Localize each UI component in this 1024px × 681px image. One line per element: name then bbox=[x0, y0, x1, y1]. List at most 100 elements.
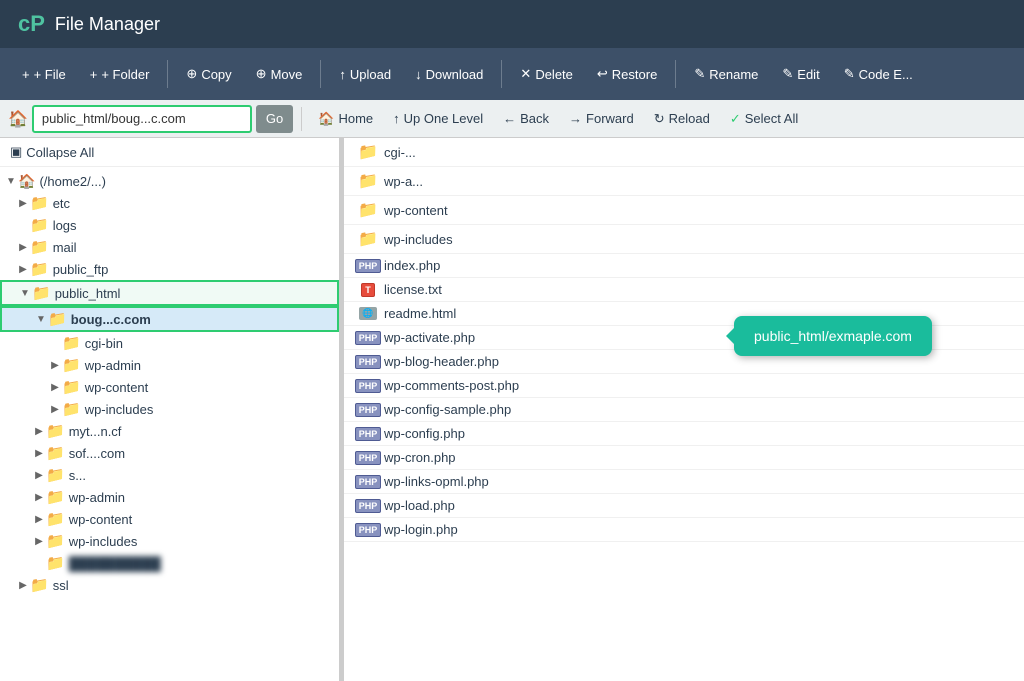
expand-icon: ▼ bbox=[18, 288, 32, 299]
edit-button[interactable]: ✎ Edit bbox=[772, 60, 829, 88]
code-editor-button[interactable]: ✎ Code E... bbox=[834, 60, 923, 88]
expand-icon: ▶ bbox=[16, 198, 30, 209]
list-item[interactable]: PHP wp-login.php bbox=[344, 518, 1024, 542]
tree-item-label: cgi-bin bbox=[85, 336, 123, 351]
folder-icon: 📁 bbox=[46, 488, 65, 506]
up-one-level-button[interactable]: ↑ Up One Level bbox=[385, 108, 491, 129]
html-icon: 🌐 bbox=[356, 307, 384, 320]
file-name: wp-comments-post.php bbox=[384, 378, 519, 393]
app-header: cP File Manager bbox=[0, 0, 1024, 48]
collapse-all-button[interactable]: ▣ Collapse All bbox=[0, 138, 339, 167]
rename-button[interactable]: ✎ Rename bbox=[684, 60, 768, 88]
expand-icon: ▶ bbox=[48, 404, 62, 415]
tree-item-wp-content[interactable]: ▶ 📁 wp-content bbox=[0, 376, 339, 398]
list-item[interactable]: PHP wp-load.php bbox=[344, 494, 1024, 518]
php-icon: PHP bbox=[356, 451, 384, 465]
forward-button[interactable]: → Forward bbox=[561, 108, 642, 129]
copy-button[interactable]: ⊕ Copy bbox=[176, 60, 241, 88]
move-button[interactable]: ⊕ Move bbox=[246, 60, 313, 88]
tree-item-cgi-bin[interactable]: 📁 cgi-bin bbox=[0, 332, 339, 354]
expand-icon: ▼ bbox=[4, 176, 18, 187]
tree-item-label: boug...c.com bbox=[71, 312, 151, 327]
tree-item-myth-cf[interactable]: ▶ 📁 myt...n.cf bbox=[0, 420, 339, 442]
list-item[interactable]: 📁 wp-content bbox=[344, 196, 1024, 225]
tree-item-mail[interactable]: ▶ 📁 mail bbox=[0, 236, 339, 258]
rename-icon: ✎ bbox=[694, 66, 705, 82]
php-icon: PHP bbox=[356, 259, 384, 273]
code-icon: ✎ bbox=[844, 66, 855, 82]
path-input[interactable] bbox=[32, 105, 252, 133]
navigation-bar: 🏠 Go 🏠 Home ↑ Up One Level ← Back → Forw… bbox=[0, 100, 1024, 138]
download-button[interactable]: ↓ Download bbox=[405, 61, 493, 88]
list-item[interactable]: PHP wp-config.php bbox=[344, 422, 1024, 446]
list-item[interactable]: PHP wp-links-opml.php bbox=[344, 470, 1024, 494]
reload-icon: ↻ bbox=[654, 111, 665, 127]
php-icon: PHP bbox=[356, 523, 384, 537]
tree-item-etc[interactable]: ▶ 📁 etc bbox=[0, 192, 339, 214]
new-folder-button[interactable]: + + Folder bbox=[80, 61, 160, 88]
up-icon: ↑ bbox=[393, 111, 400, 126]
tree-item-wp-includes[interactable]: ▶ 📁 wp-includes bbox=[0, 398, 339, 420]
upload-button[interactable]: ↑ Upload bbox=[329, 61, 401, 88]
home-button[interactable]: 🏠 Home bbox=[310, 108, 381, 130]
php-icon: PHP bbox=[356, 379, 384, 393]
tree-item-label: wp-admin bbox=[69, 490, 125, 505]
expand-icon: ▶ bbox=[32, 492, 46, 503]
main-area: ▣ Collapse All ▼ 🏠 (/home2/...) ▶ 📁 etc … bbox=[0, 138, 1024, 681]
reload-button[interactable]: ↻ Reload bbox=[646, 108, 718, 130]
list-item[interactable]: PHP wp-cron.php bbox=[344, 446, 1024, 470]
tree-item-label: ssl bbox=[53, 578, 69, 593]
folder-icon: 📁 bbox=[46, 554, 65, 572]
list-item[interactable]: PHP wp-comments-post.php bbox=[344, 374, 1024, 398]
tree-item-wp-admin2[interactable]: ▶ 📁 wp-admin bbox=[0, 486, 339, 508]
copy-icon: ⊕ bbox=[186, 66, 197, 82]
php-icon: PHP bbox=[356, 499, 384, 513]
tree-item-label: wp-content bbox=[85, 380, 149, 395]
new-file-button[interactable]: + + File bbox=[12, 61, 76, 88]
file-name: wp-blog-header.php bbox=[384, 354, 499, 369]
tree-item-label: mail bbox=[53, 240, 77, 255]
tree-item-logs[interactable]: 📁 logs bbox=[0, 214, 339, 236]
sidebar: ▣ Collapse All ▼ 🏠 (/home2/...) ▶ 📁 etc … bbox=[0, 138, 340, 681]
folder-icon: 📁 bbox=[30, 576, 49, 594]
delete-button[interactable]: ✕ Delete bbox=[510, 60, 582, 88]
list-item[interactable]: 📁 wp-a... bbox=[344, 167, 1024, 196]
home-icon: 🏠 bbox=[318, 111, 334, 127]
list-item[interactable]: T license.txt bbox=[344, 278, 1024, 302]
home-folder-icon: 🏠 bbox=[18, 173, 35, 190]
php-icon: PHP bbox=[356, 475, 384, 489]
tree-item-boug-com[interactable]: ▼ 📁 boug...c.com bbox=[0, 306, 339, 332]
tree-item-wp-admin[interactable]: ▶ 📁 wp-admin bbox=[0, 354, 339, 376]
list-item[interactable]: 📁 wp-includes bbox=[344, 225, 1024, 254]
select-all-button[interactable]: ✓ Select All bbox=[722, 108, 806, 130]
tree-item-blurred[interactable]: 📁 ██████████ bbox=[0, 552, 339, 574]
file-name: wp-content bbox=[384, 203, 448, 218]
list-item[interactable]: PHP wp-config-sample.php bbox=[344, 398, 1024, 422]
tree-item-label: wp-includes bbox=[85, 402, 154, 417]
tree-item-ssl[interactable]: ▶ 📁 ssl bbox=[0, 574, 339, 596]
list-item[interactable]: PHP index.php bbox=[344, 254, 1024, 278]
back-button[interactable]: ← Back bbox=[495, 108, 557, 129]
tree-item-label: public_html bbox=[55, 286, 121, 301]
expand-icon: ▶ bbox=[32, 470, 46, 481]
folder-icon: 📁 bbox=[356, 171, 384, 191]
tree-item-root[interactable]: ▼ 🏠 (/home2/...) bbox=[0, 171, 339, 192]
tree-item-public-html[interactable]: ▼ 📁 public_html bbox=[0, 280, 339, 306]
nav-separator bbox=[301, 107, 302, 131]
tree-item-wp-includes2[interactable]: ▶ 📁 wp-includes bbox=[0, 530, 339, 552]
list-item[interactable]: 📁 cgi-... bbox=[344, 138, 1024, 167]
file-name: wp-a... bbox=[384, 174, 423, 189]
go-button[interactable]: Go bbox=[256, 105, 293, 133]
file-name: wp-links-opml.php bbox=[384, 474, 489, 489]
tree-item-s[interactable]: ▶ 📁 s... bbox=[0, 464, 339, 486]
checkbox-icon: ✓ bbox=[730, 111, 741, 127]
move-icon: ⊕ bbox=[256, 66, 267, 82]
tree-item-sof-com[interactable]: ▶ 📁 sof....com bbox=[0, 442, 339, 464]
folder-icon: 📁 bbox=[356, 200, 384, 220]
tree-item-wp-content2[interactable]: ▶ 📁 wp-content bbox=[0, 508, 339, 530]
tree-item-public-ftp[interactable]: ▶ 📁 public_ftp bbox=[0, 258, 339, 280]
restore-button[interactable]: ↩ Restore bbox=[587, 60, 667, 88]
plus-icon: + bbox=[22, 67, 30, 82]
expand-icon: ▶ bbox=[32, 448, 46, 459]
php-icon: PHP bbox=[356, 427, 384, 441]
